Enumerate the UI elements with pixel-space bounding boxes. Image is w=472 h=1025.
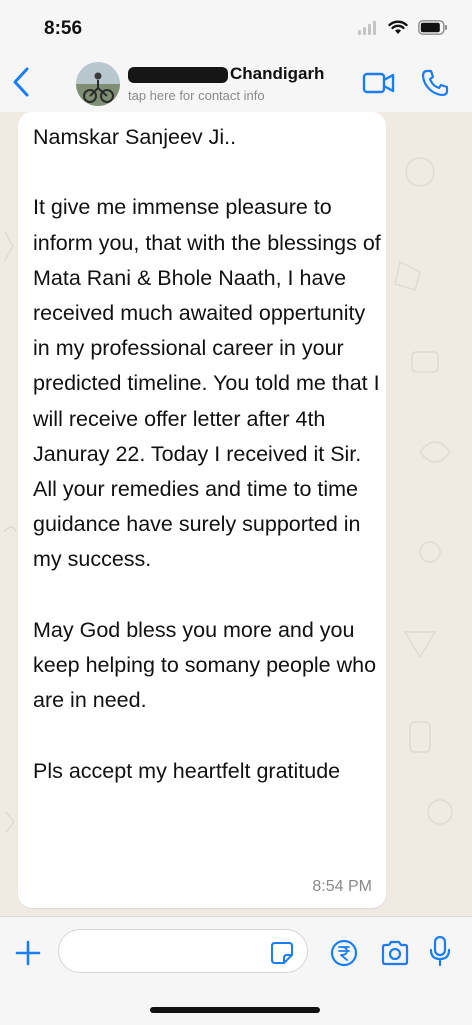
microphone-button[interactable] [428,935,452,967]
status-icons [358,20,448,35]
video-call-icon [362,72,395,94]
status-bar: 8:56 [0,0,472,54]
sticker-button[interactable] [270,941,294,965]
back-chevron-icon [13,67,29,97]
chat-area[interactable]: Namskar Sanjeev Ji.. It give me immense … [0,112,472,916]
avatar[interactable] [76,62,120,106]
video-call-button[interactable] [362,70,396,96]
microphone-icon [429,935,451,967]
status-time: 8:56 [44,18,83,39]
camera-icon [381,940,409,966]
signal-icon [358,20,376,35]
input-bar [0,916,472,1025]
message-bubble[interactable]: Namskar Sanjeev Ji.. It give me immense … [18,112,386,908]
attach-button[interactable] [14,939,42,967]
back-button[interactable] [10,66,34,98]
sticker-icon [271,942,293,964]
message-time: 8:54 PM [312,878,372,895]
contact-info-hint[interactable]: tap here for contact info [128,88,265,103]
home-indicator [150,1007,320,1013]
chat-header: Chandigarh tap here for contact info [0,54,472,113]
camera-button[interactable] [380,939,410,967]
message-text: Namskar Sanjeev Ji.. It give me immense … [33,125,381,783]
rupee-payment-icon [330,939,358,967]
contact-name-text: Chandigarh [230,64,325,83]
plus-icon [15,940,41,966]
payment-button[interactable] [330,939,358,967]
battery-icon [418,20,447,35]
contact-name[interactable]: Chandigarh [128,64,324,84]
phone-icon [421,69,449,97]
voice-call-button[interactable] [420,68,450,98]
redaction-mark [128,66,228,83]
avatar-photo-icon [76,62,120,106]
wifi-icon [388,20,408,34]
